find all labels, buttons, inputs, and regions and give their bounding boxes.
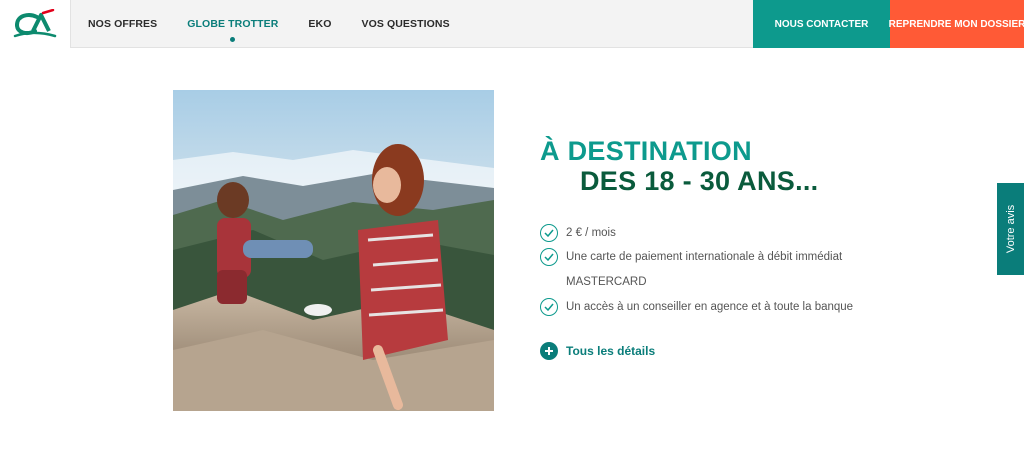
nav-item-nos-offres[interactable]: NOS OFFRES bbox=[88, 18, 157, 30]
feature-card: Une carte de paiement internationale à d… bbox=[540, 248, 842, 266]
all-details-link[interactable]: Tous les détails bbox=[540, 342, 655, 360]
contact-button[interactable]: NOUS CONTACTER bbox=[753, 0, 890, 48]
feature-card-brand: MASTERCARD bbox=[566, 276, 647, 288]
nav-item-label: GLOBE TROTTER bbox=[187, 18, 279, 30]
header: NOS OFFRES GLOBE TROTTER EKO VOS QUESTIO… bbox=[0, 0, 1024, 48]
resume-application-button[interactable]: REPRENDRE MON DOSSIER bbox=[889, 0, 1024, 48]
plus-circle-icon bbox=[540, 342, 558, 360]
nav-item-vos-questions[interactable]: VOS QUESTIONS bbox=[361, 18, 449, 30]
feedback-tab[interactable]: Votre avis bbox=[997, 183, 1024, 275]
feature-label: Une carte de paiement internationale à d… bbox=[566, 251, 843, 263]
details-label: Tous les détails bbox=[566, 344, 656, 358]
brand-logo[interactable] bbox=[0, 0, 71, 48]
feature-label: Un accès à un conseiller en agence et à … bbox=[566, 301, 854, 313]
nav-item-eko[interactable]: EKO bbox=[308, 18, 331, 30]
two-women-on-mountain-image bbox=[173, 90, 494, 411]
feedback-label: Votre avis bbox=[1004, 204, 1017, 254]
check-circle-icon bbox=[540, 224, 558, 242]
headline-line-2: DES 18 - 30 ANS... bbox=[580, 166, 819, 196]
feature-label: 2 € / mois bbox=[566, 227, 616, 239]
check-circle-icon bbox=[540, 248, 558, 266]
credit-agricole-logo-icon bbox=[13, 9, 57, 38]
check-circle-icon bbox=[540, 298, 558, 316]
headline-line-1: À DESTINATION bbox=[540, 136, 752, 166]
main-nav: NOS OFFRES GLOBE TROTTER EKO VOS QUESTIO… bbox=[88, 0, 480, 48]
feature-advisor: Un accès à un conseiller en agence et à … bbox=[540, 298, 853, 316]
active-indicator-dot bbox=[230, 37, 236, 42]
hero-photo bbox=[173, 90, 494, 411]
feature-price: 2 € / mois bbox=[540, 224, 616, 242]
nav-item-globe-trotter[interactable]: GLOBE TROTTER bbox=[187, 18, 279, 42]
